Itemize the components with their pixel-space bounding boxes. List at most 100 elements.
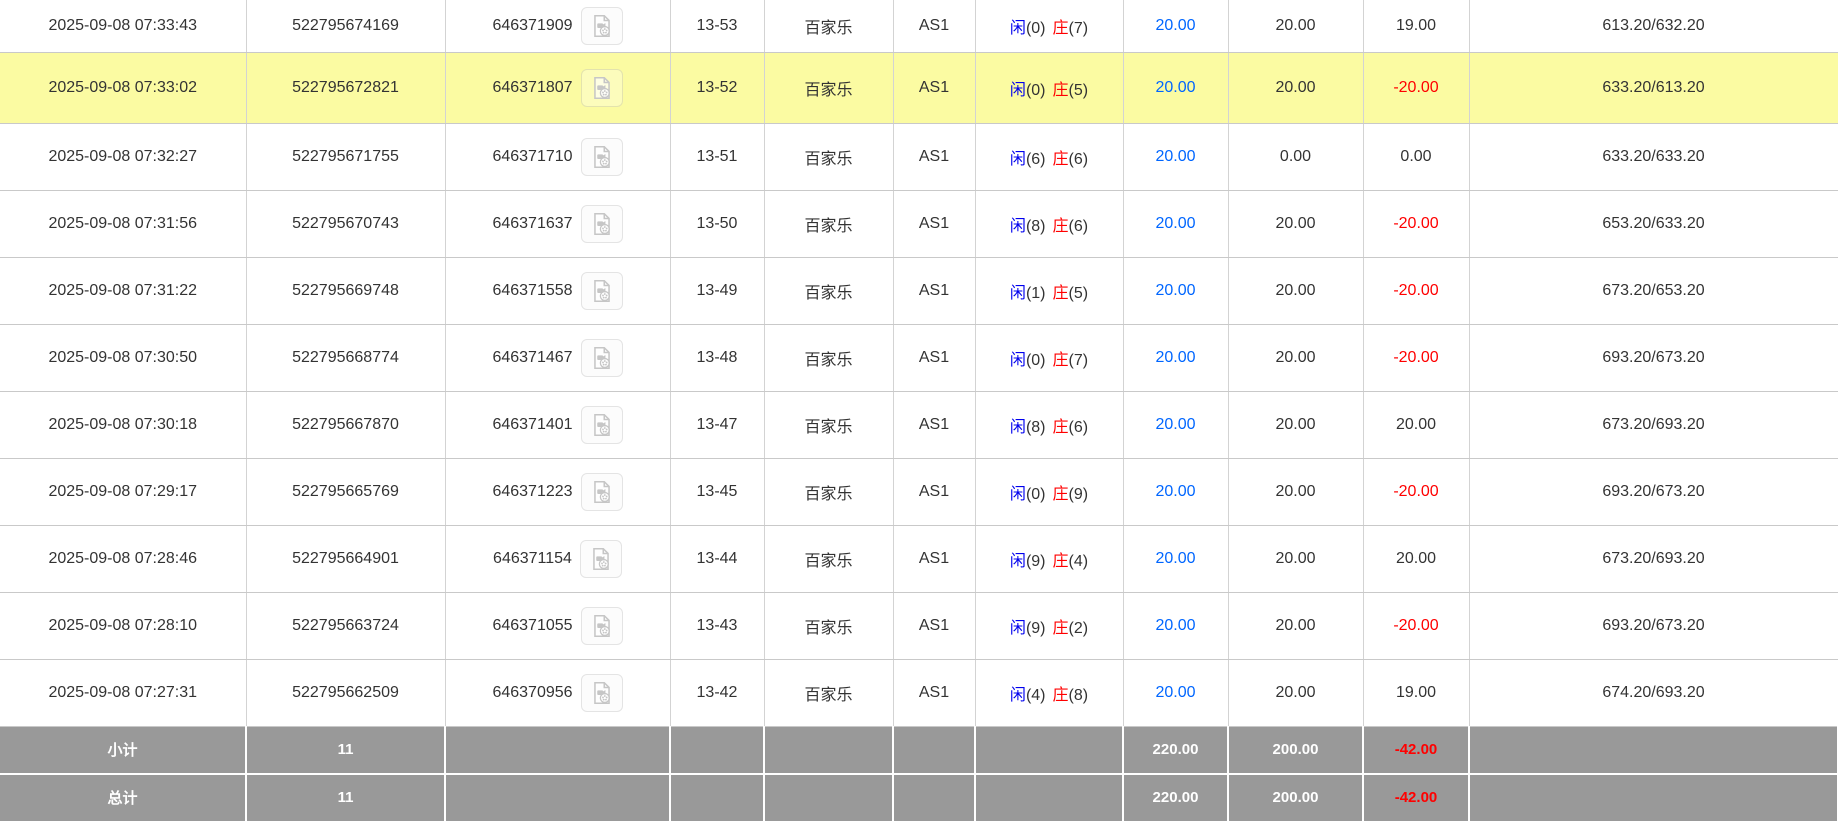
video-replay-button[interactable] [581,7,623,45]
cell-bet-time: 2025-09-08 07:30:18 [0,391,246,458]
banker-result-label: 庄 [1053,218,1069,235]
cell-bet-time: 2025-09-08 07:32:27 [0,123,246,190]
cell-bet-amount-link[interactable]: 20.00 [1123,592,1228,659]
cell-result: 闲(8)庄(6) [975,391,1123,458]
cell-valid-amount: 20.00 [1228,592,1363,659]
cell-bet-id: 522795667870 [246,391,445,458]
cell-valid-amount: 20.00 [1228,0,1363,52]
round-id-text: 646371807 [492,79,572,97]
summary-win-loss: -42.00 [1363,774,1469,822]
cell-result: 闲(9)庄(4) [975,525,1123,592]
cell-table-name: AS1 [893,0,975,52]
cell-bet-amount-link[interactable]: 20.00 [1123,257,1228,324]
banker-result-score: (4) [1069,553,1089,570]
video-replay-button[interactable] [580,540,622,578]
player-result-score: (0) [1026,82,1046,99]
summary-empty-cell [1469,726,1838,774]
cell-bet-amount-link[interactable]: 20.00 [1123,0,1228,52]
video-replay-button[interactable] [581,69,623,107]
cell-bet-amount-link[interactable]: 20.00 [1123,458,1228,525]
cell-valid-amount: 20.00 [1228,190,1363,257]
cell-round-id: 646371710 [445,123,670,190]
cell-table-name: AS1 [893,257,975,324]
cell-bet-id: 522795662509 [246,659,445,726]
cell-bet-amount-link[interactable]: 20.00 [1123,525,1228,592]
player-result-score: (8) [1026,218,1046,235]
banker-result-label: 庄 [1053,151,1069,168]
cell-bet-amount-link[interactable]: 20.00 [1123,190,1228,257]
summary-empty-cell [975,726,1123,774]
summary-empty-cell [670,774,764,822]
cell-game-type: 百家乐 [764,52,893,123]
banker-result-score: (9) [1069,486,1089,503]
round-id-text: 646371909 [492,17,572,35]
cell-table-name: AS1 [893,525,975,592]
cell-table-round: 13-42 [670,659,764,726]
cell-valid-amount: 20.00 [1228,525,1363,592]
round-id-text: 646371467 [492,349,572,367]
cell-table-name: AS1 [893,592,975,659]
summary-bet-amount: 220.00 [1123,774,1228,822]
video-replay-button[interactable] [581,339,623,377]
cell-bet-id: 522795664901 [246,525,445,592]
video-replay-button[interactable] [581,473,623,511]
banker-result-label: 庄 [1053,285,1069,302]
cell-balance: 633.20/613.20 [1469,52,1838,123]
cell-balance: 693.20/673.20 [1469,458,1838,525]
player-result-label: 闲 [1010,151,1026,168]
video-file-icon [588,546,614,572]
table-row: 2025-09-08 07:30:50 522795668774 6463714… [0,324,1838,391]
cell-bet-amount-link[interactable]: 20.00 [1123,123,1228,190]
cell-game-type: 百家乐 [764,0,893,52]
player-result-label: 闲 [1010,553,1026,570]
cell-bet-amount-link[interactable]: 20.00 [1123,659,1228,726]
cell-bet-id: 522795670743 [246,190,445,257]
cell-valid-amount: 20.00 [1228,458,1363,525]
bet-history-table: 2025-09-08 07:33:43 522795674169 6463719… [0,0,1838,823]
cell-bet-id: 522795665769 [246,458,445,525]
cell-bet-time: 2025-09-08 07:30:50 [0,324,246,391]
cell-table-name: AS1 [893,324,975,391]
cell-round-id: 646371558 [445,257,670,324]
cell-bet-amount-link[interactable]: 20.00 [1123,52,1228,123]
table-row: 2025-09-08 07:33:02 522795672821 6463718… [0,52,1838,123]
video-replay-button[interactable] [581,607,623,645]
cell-game-type: 百家乐 [764,123,893,190]
summary-empty-cell [975,774,1123,822]
banker-result-label: 庄 [1053,687,1069,704]
cell-balance: 673.20/693.20 [1469,525,1838,592]
video-replay-button[interactable] [581,406,623,444]
video-file-icon [589,211,615,237]
banker-result-label: 庄 [1053,486,1069,503]
cell-table-name: AS1 [893,458,975,525]
player-result-label: 闲 [1010,20,1026,37]
summary-empty-cell [893,774,975,822]
player-result-score: (0) [1026,486,1046,503]
video-replay-button[interactable] [581,138,623,176]
cell-win-loss: -20.00 [1363,257,1469,324]
player-result-label: 闲 [1010,486,1026,503]
summary-empty-cell [764,774,893,822]
cell-bet-amount-link[interactable]: 20.00 [1123,324,1228,391]
cell-bet-amount-link[interactable]: 20.00 [1123,391,1228,458]
cell-table-name: AS1 [893,391,975,458]
summary-empty-cell [670,726,764,774]
video-replay-button[interactable] [581,205,623,243]
banker-result-label: 庄 [1053,419,1069,436]
table-row: 2025-09-08 07:28:10 522795663724 6463710… [0,592,1838,659]
banker-result-label: 庄 [1053,620,1069,637]
video-replay-button[interactable] [581,272,623,310]
cell-balance: 693.20/673.20 [1469,592,1838,659]
cell-round-id: 646371055 [445,592,670,659]
cell-table-name: AS1 [893,52,975,123]
summary-empty-cell [445,726,670,774]
cell-bet-id: 522795663724 [246,592,445,659]
cell-valid-amount: 0.00 [1228,123,1363,190]
video-replay-button[interactable] [581,674,623,712]
summary-label: 总计 [0,774,246,822]
cell-win-loss: 19.00 [1363,659,1469,726]
banker-result-score: (5) [1069,285,1089,302]
round-id-group: 646371467 [446,339,670,377]
banker-result-label: 庄 [1053,82,1069,99]
cell-balance: 673.20/693.20 [1469,391,1838,458]
